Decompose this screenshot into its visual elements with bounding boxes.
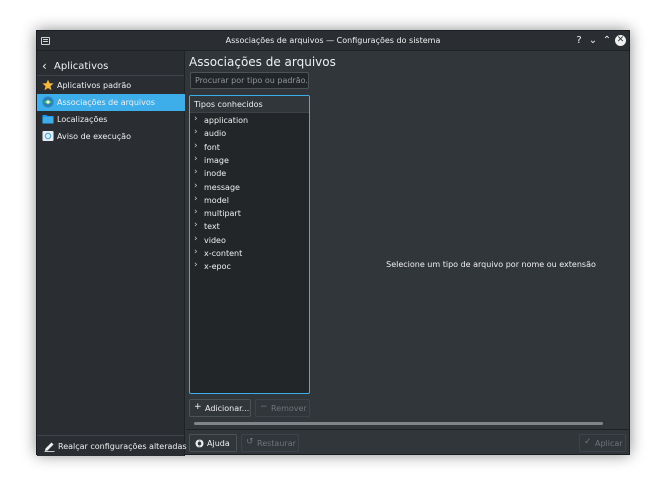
- sidebar-title: Aplicativos: [54, 61, 109, 72]
- tree-item-label: font: [204, 142, 220, 152]
- tree-item-label: x-epoc: [204, 262, 231, 272]
- main-panel: Associações de arquivos Tipos conhecidos…: [186, 51, 630, 456]
- remove-button-label: Remover: [271, 404, 307, 413]
- tree-item-x-content[interactable]: › x-content: [190, 247, 309, 260]
- footer-divider: [186, 429, 630, 430]
- tree-item-inode[interactable]: › inode: [190, 167, 309, 180]
- chevron-right-icon[interactable]: ›: [194, 114, 198, 124]
- chevron-right-icon[interactable]: ›: [194, 260, 198, 270]
- add-button-label: Adicionar...: [205, 404, 250, 413]
- tree-item-text[interactable]: › text: [190, 220, 309, 233]
- tree-item-audio[interactable]: › audio: [190, 127, 309, 140]
- chevron-right-icon[interactable]: ›: [194, 181, 198, 191]
- sidebar-item-label: Aviso de execução: [57, 132, 131, 141]
- chevron-right-icon[interactable]: ›: [194, 167, 198, 177]
- tree-item-label: model: [204, 195, 229, 205]
- undo-icon: ↺: [246, 437, 254, 447]
- sidebar-item-label: Localizações: [57, 115, 108, 124]
- known-types-tree[interactable]: Tipos conhecidos › application › audio › fo…: [189, 95, 310, 394]
- remove-button[interactable]: − Remover: [255, 399, 310, 417]
- search-input[interactable]: [191, 73, 308, 88]
- tree-item-label: application: [204, 116, 249, 125]
- tree-item-label: multipart: [204, 209, 241, 219]
- chevron-right-icon[interactable]: ›: [194, 127, 198, 137]
- window-title: Associações de arquivos — Configurações …: [225, 36, 441, 45]
- tree-header: Tipos conhecidos: [190, 96, 309, 113]
- tree-item-label: x-content: [204, 249, 243, 258]
- sidebar-item-label: Associações de arquivos: [57, 98, 155, 107]
- pencil-icon: [44, 442, 55, 452]
- tree-item-multipart[interactable]: › multipart: [190, 207, 309, 220]
- chevron-right-icon[interactable]: ›: [194, 247, 198, 257]
- scrollbar-thumb[interactable]: [194, 422, 603, 425]
- sidebar-item-default-apps[interactable]: Aplicativos padrão: [37, 77, 185, 94]
- reset-button-label: Restaurar: [257, 439, 296, 448]
- check-icon: ✓: [584, 437, 592, 447]
- reset-button[interactable]: ↺ Restaurar: [241, 434, 299, 452]
- tree-item-application[interactable]: › application: [190, 114, 309, 127]
- lifebuoy-icon: [195, 439, 204, 448]
- help-button-label: Ajuda: [207, 439, 230, 448]
- star-icon: [42, 79, 54, 91]
- chevron-right-icon[interactable]: ›: [194, 220, 198, 230]
- title-bar[interactable]: Associações de arquivos — Configurações …: [37, 31, 629, 51]
- tree-item-label: message: [204, 182, 240, 192]
- chevron-right-icon[interactable]: ›: [194, 141, 198, 151]
- tree-item-label: audio: [204, 129, 227, 139]
- page-title: Associações de arquivos: [189, 55, 336, 69]
- chevron-right-icon[interactable]: ›: [194, 154, 198, 164]
- sidebar-divider: [37, 75, 184, 76]
- help-button[interactable]: Ajuda: [189, 434, 237, 452]
- chevron-right-icon[interactable]: ›: [194, 234, 198, 244]
- chevron-right-icon[interactable]: ›: [194, 194, 198, 204]
- apply-button[interactable]: ✓ Aplicar: [579, 434, 626, 452]
- tree-header-label: Tipos conhecidos: [194, 100, 263, 109]
- launch-feedback-icon: [42, 131, 54, 141]
- horizontal-scrollbar[interactable]: [190, 420, 627, 426]
- back-arrow-icon[interactable]: ‹: [42, 59, 47, 73]
- help-icon[interactable]: ?: [573, 34, 585, 47]
- tree-item-label: video: [204, 235, 226, 245]
- highlight-changed-settings-label: Realçar configurações alteradas: [58, 442, 187, 451]
- search-field[interactable]: [190, 72, 309, 89]
- tree-item-label: inode: [204, 169, 227, 179]
- add-button[interactable]: + Adicionar...: [189, 399, 251, 417]
- minus-icon: −: [260, 402, 268, 412]
- tree-item-font[interactable]: › font: [190, 141, 309, 154]
- plus-icon: +: [194, 402, 202, 412]
- chevron-right-icon[interactable]: ›: [194, 207, 198, 217]
- maximize-icon[interactable]: ⌃: [601, 34, 613, 47]
- file-associations-icon: [42, 96, 54, 108]
- folder-icon: [42, 115, 54, 124]
- empty-state-message: Selecione um tipo de arquivo por nome ou…: [386, 260, 596, 269]
- sidebar: ‹ Aplicativos Aplicativos padrão Associa…: [37, 51, 187, 456]
- minimize-icon[interactable]: ⌄: [587, 34, 599, 47]
- highlight-changed-settings-button[interactable]: Realçar configurações alteradas: [37, 440, 187, 454]
- apply-button-label: Aplicar: [595, 439, 623, 448]
- close-icon[interactable]: ✕: [615, 35, 626, 46]
- sidebar-footer-divider: [37, 435, 184, 436]
- tree-item-model[interactable]: › model: [190, 194, 309, 207]
- tree-item-image[interactable]: › image: [190, 154, 309, 167]
- settings-window: Associações de arquivos — Configurações …: [36, 30, 630, 456]
- sidebar-item-file-associations[interactable]: Associações de arquivos: [37, 94, 185, 111]
- tree-item-x-epoc[interactable]: › x-epoc: [190, 260, 309, 273]
- sidebar-item-label: Aplicativos padrão: [57, 81, 132, 90]
- tree-item-video[interactable]: › video: [190, 234, 309, 247]
- sidebar-item-locations[interactable]: Localizações: [37, 111, 185, 128]
- tree-item-label: text: [204, 222, 220, 232]
- sidebar-item-launch-feedback[interactable]: Aviso de execução: [37, 128, 185, 145]
- tree-item-message[interactable]: › message: [190, 181, 309, 194]
- tree-item-label: image: [204, 155, 229, 165]
